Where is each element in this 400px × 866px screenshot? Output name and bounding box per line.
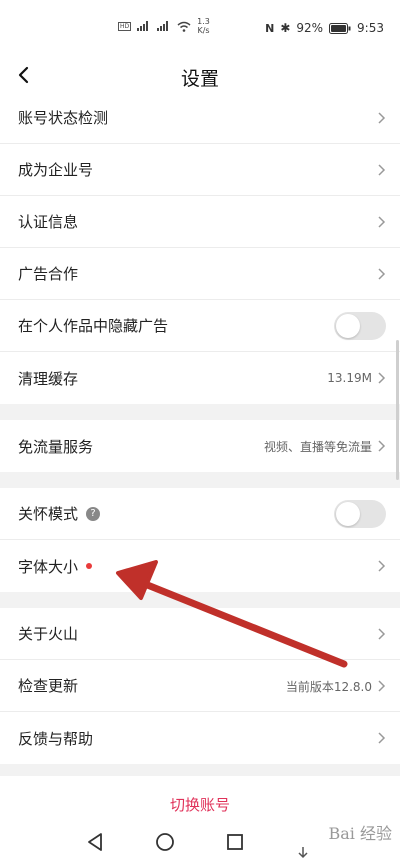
settings-row-check-update[interactable]: 检查更新 当前版本12.8.0 [0, 660, 400, 712]
row-label: 认证信息 [18, 213, 79, 231]
group-divider [0, 472, 400, 488]
new-badge-dot [86, 563, 93, 569]
settings-row-verification[interactable]: 认证信息 [0, 196, 400, 248]
signal-icon [137, 21, 149, 31]
nav-dropdown-icon[interactable] [296, 846, 310, 860]
group-divider [0, 404, 400, 420]
page-title: 设置 [180, 68, 219, 90]
settings-row-data-free[interactable]: 免流量服务 视频、直播等免流量 [0, 420, 400, 472]
settings-row-about[interactable]: 关于火山 [0, 608, 400, 660]
baidu-jingyan-watermark: Bai 经验 [328, 824, 392, 843]
settings-row-hide-ads: 在个人作品中隐藏广告 [0, 300, 400, 352]
settings-row-clear-cache[interactable]: 清理缓存 13.19M [0, 352, 400, 404]
settings-group-about: 关于火山 检查更新 当前版本12.8.0 反馈与帮助 [0, 608, 400, 764]
cache-size: 13.19M [327, 371, 372, 385]
nav-recents-icon[interactable] [226, 833, 244, 851]
chevron-right-icon [378, 680, 386, 692]
row-label: 在个人作品中隐藏广告 [18, 317, 169, 335]
system-indicators: N ✱ 92% 9:53 [265, 21, 384, 35]
row-label: 广告合作 [18, 265, 79, 283]
wifi-icon [177, 21, 191, 32]
signal-icon [157, 21, 169, 31]
settings-list: 账号状态检测 成为企业号 认证信息 广告合作 在个人作品中隐藏广告 清理缓存 1… [0, 92, 400, 764]
settings-row-account-status[interactable]: 账号状态检测 [0, 92, 400, 144]
bluetooth-icon: ✱ [280, 21, 291, 35]
chevron-right-icon [378, 560, 386, 572]
battery-icon [329, 22, 351, 34]
current-version: 当前版本12.8.0 [285, 679, 372, 694]
hide-ads-toggle[interactable] [334, 312, 386, 340]
toggle-knob [336, 502, 360, 526]
row-label: 字体大小 [18, 557, 79, 576]
settings-group-accessibility: 关怀模式 ? 字体大小 [0, 488, 400, 592]
row-label: 免流量服务 [18, 437, 94, 456]
row-label: 账号状态检测 [18, 109, 109, 127]
chevron-right-icon [378, 112, 386, 124]
chevron-right-icon [378, 628, 386, 640]
chevron-right-icon [378, 440, 386, 452]
battery-percent: 92% [296, 21, 324, 35]
settings-row-become-enterprise[interactable]: 成为企业号 [0, 144, 400, 196]
settings-row-font-size[interactable]: 字体大小 [0, 540, 400, 592]
settings-row-ad-cooperation[interactable]: 广告合作 [0, 248, 400, 300]
row-label: 成为企业号 [18, 161, 94, 179]
nfc-icon: N [265, 21, 275, 35]
status-bar: HD 1.3 K/s N ✱ 92% 9:53 [0, 0, 400, 56]
hd-icon: HD [118, 21, 132, 31]
chevron-right-icon [378, 164, 386, 176]
chevron-right-icon [378, 216, 386, 228]
settings-group-account: 账号状态检测 成为企业号 认证信息 广告合作 在个人作品中隐藏广告 清理缓存 1… [0, 92, 400, 404]
chevron-right-icon [378, 268, 386, 280]
chevron-right-icon [378, 732, 386, 744]
data-free-hint: 视频、直播等免流量 [263, 439, 372, 454]
nav-back-icon[interactable] [86, 832, 104, 852]
network-indicators: HD 1.3 K/s [118, 17, 210, 35]
settings-row-feedback[interactable]: 反馈与帮助 [0, 712, 400, 764]
help-icon[interactable]: ? [86, 506, 101, 521]
care-mode-toggle[interactable] [334, 500, 386, 528]
net-speed: 1.3 K/s [197, 17, 210, 35]
chevron-right-icon [378, 372, 386, 384]
row-label: 反馈与帮助 [18, 729, 94, 748]
row-label: 清理缓存 [18, 369, 79, 388]
clock: 9:53 [357, 21, 384, 35]
toggle-knob [336, 314, 360, 338]
row-label: 关于火山 [18, 625, 79, 643]
group-divider [0, 592, 400, 608]
header-bar: 设置 [0, 56, 400, 96]
nav-home-icon[interactable] [155, 832, 175, 852]
scrollbar[interactable] [396, 340, 399, 480]
row-label: 检查更新 [18, 677, 79, 695]
row-label: 关怀模式 [18, 505, 79, 523]
settings-group-data-free: 免流量服务 视频、直播等免流量 [0, 420, 400, 472]
settings-row-care-mode: 关怀模式 ? [0, 488, 400, 540]
